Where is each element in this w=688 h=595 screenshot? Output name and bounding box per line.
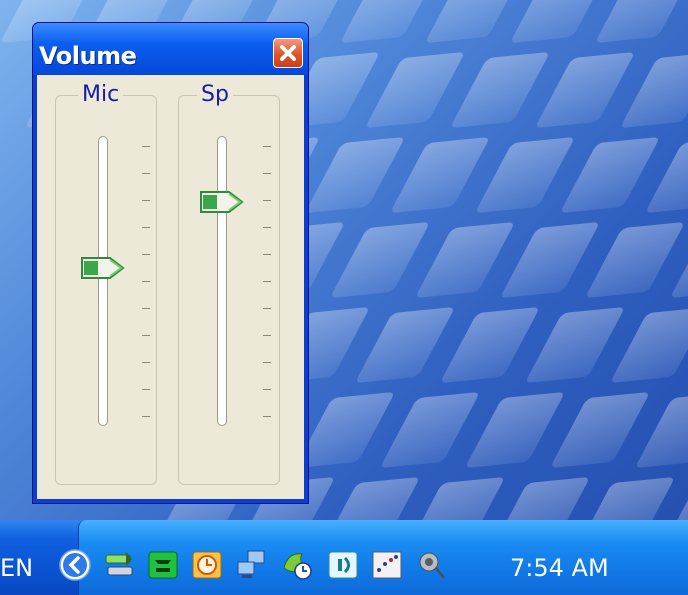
slider-tick: [263, 254, 271, 255]
slider-tick: [263, 362, 271, 363]
slider-tick: [263, 335, 271, 336]
slider-tick: [263, 281, 271, 282]
slider-tick: [142, 362, 150, 363]
wallpaper-tile: [354, 306, 456, 384]
slider-tick: [142, 308, 150, 309]
wallpaper-tile: [474, 136, 576, 214]
wallpaper-tile: [439, 306, 541, 384]
sp-channel-group: Sp: [178, 84, 280, 485]
slider-tick: [263, 146, 271, 147]
sp-slider-track[interactable]: [217, 136, 227, 426]
wallpaper-tile: [389, 136, 491, 214]
scheduler-icon[interactable]: [280, 548, 314, 582]
wallpaper-tile: [574, 476, 676, 520]
sp-label: Sp: [197, 84, 233, 106]
wallpaper-tile: [609, 306, 688, 384]
wallpaper-tile: [524, 306, 626, 384]
volume-window: Volume Mic Sp: [33, 23, 308, 503]
title-bar[interactable]: Volume: [33, 23, 308, 75]
slider-tick: [142, 146, 150, 147]
window-title: Volume: [39, 42, 137, 70]
slider-tick: [142, 416, 150, 417]
wallpaper-tile: [534, 51, 636, 129]
phone-connection-icon[interactable]: [146, 548, 180, 582]
slider-tick: [263, 308, 271, 309]
wallpaper-tile: [424, 0, 526, 44]
wallpaper-tile: [499, 221, 601, 299]
slider-tick: [142, 389, 150, 390]
clock[interactable]: 7:54 AM: [510, 554, 609, 582]
wallpaper-tile: [414, 221, 516, 299]
volume-client-area: Mic Sp: [37, 75, 304, 499]
audio-device-icon[interactable]: [326, 548, 360, 582]
wallpaper-tile: [404, 476, 506, 520]
slider-tick: [142, 227, 150, 228]
wallpaper-tile: [509, 0, 611, 44]
network-arrows-icon[interactable]: [102, 548, 136, 582]
network-computers-icon[interactable]: [234, 548, 268, 582]
wallpaper-tile: [559, 136, 661, 214]
wallpaper-tile: [364, 51, 466, 129]
wallpaper-tile: [294, 391, 396, 469]
wallpaper-tile: [379, 391, 481, 469]
wallpaper-tile: [549, 391, 651, 469]
slider-tick: [142, 173, 150, 174]
slider-tick: [263, 173, 271, 174]
slider-tick: [142, 335, 150, 336]
close-icon: [280, 45, 296, 61]
mic-slider-thumb[interactable]: [80, 255, 126, 281]
wallpaper-tile: [584, 221, 686, 299]
clock-app-icon[interactable]: [190, 548, 224, 582]
wallpaper-tile: [594, 0, 688, 44]
show-hidden-icons-chevron-icon[interactable]: [58, 548, 92, 582]
speaker-icon[interactable]: [414, 548, 448, 582]
slider-tick: [263, 200, 271, 201]
sp-slider-thumb[interactable]: [199, 189, 245, 215]
mic-slider-track[interactable]: [98, 136, 108, 426]
wallpaper-tile: [329, 221, 431, 299]
wallpaper-tile: [489, 476, 591, 520]
slider-tick: [142, 200, 150, 201]
slider-tick: [263, 416, 271, 417]
wallpaper-tile: [449, 51, 551, 129]
graph-monitor-icon[interactable]: [370, 548, 404, 582]
wallpaper-tile: [339, 0, 441, 44]
slider-tick: [263, 227, 271, 228]
close-button[interactable]: [273, 38, 303, 68]
mic-label: Mic: [78, 84, 124, 106]
slider-tick: [263, 389, 271, 390]
mic-channel-group: Mic: [55, 84, 157, 485]
slider-tick: [142, 281, 150, 282]
wallpaper-tile: [619, 51, 688, 129]
slider-tick: [142, 254, 150, 255]
wallpaper-tile: [319, 476, 421, 520]
wallpaper-tile: [304, 136, 406, 214]
language-indicator[interactable]: EN: [0, 554, 33, 582]
wallpaper-tile: [464, 391, 566, 469]
